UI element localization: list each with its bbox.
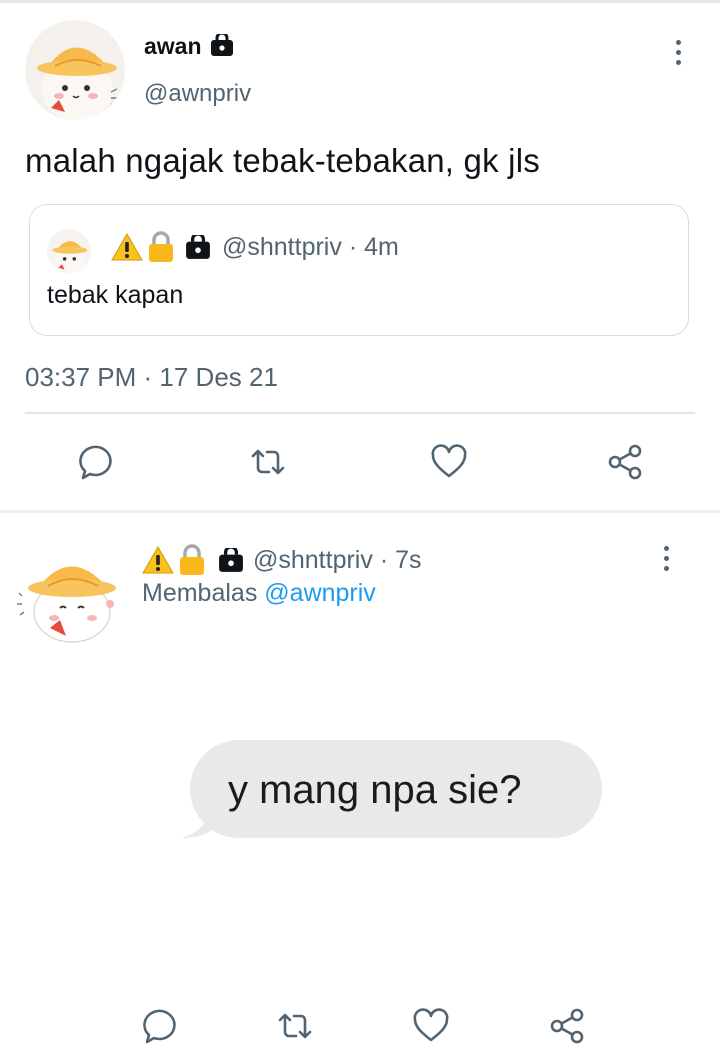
message-bubble-text: y mang npa sie? [228,768,522,812]
quoted-tweet[interactable] [29,204,689,336]
share-button[interactable] [606,443,644,481]
heart-icon [413,1008,449,1042]
quoted-time: · 4m [348,233,399,261]
author-display-name[interactable]: awan [144,33,234,60]
lock-icon [219,548,243,572]
quoted-author-handle: @shnttpriv · 4m [222,233,399,261]
padlock-emoji [149,231,173,262]
reply-time: · 7s [379,546,422,574]
retweet-icon [251,449,285,475]
like-button[interactable] [412,1007,450,1045]
cat-avatar-icon [37,47,118,120]
quoted-author-badges [111,230,211,264]
cat-avatar-icon [17,566,116,643]
share-icon [550,1008,584,1044]
more-options-icon[interactable] [662,546,670,571]
more-options-icon[interactable] [674,40,682,65]
retweet-button[interactable] [249,443,287,481]
lock-icon [186,235,210,259]
tweet-timestamp: 03:37 PM · 17 Des 21 [25,362,278,392]
padlock-emoji [180,544,204,575]
replying-to: Membalas @awnpriv [142,579,376,607]
warning-emoji [142,545,174,574]
retweet-icon [278,1013,312,1039]
like-button[interactable] [430,443,468,481]
cat-avatar-icon [52,241,88,273]
reply-author-avatar[interactable] [16,546,124,646]
top-divider [0,0,720,3]
reply-button[interactable] [76,443,114,481]
quoted-author-avatar [47,229,91,273]
reply-mention-link[interactable]: @awnpriv [264,579,376,607]
reply-button[interactable] [140,1007,178,1045]
reply-icon [143,1009,176,1044]
share-icon [608,444,642,480]
author-avatar[interactable] [25,20,125,120]
reply-author-handle[interactable]: @shnttpriv · 7s [253,546,422,575]
quoted-text: tebak kapan [47,281,184,309]
tweet-text: malah ngajak tebak-tebakan, gk jls [25,142,540,179]
heart-icon [431,444,467,478]
author-handle[interactable]: @awnpriv [144,80,251,108]
warning-emoji [111,232,143,261]
meta-divider [25,412,695,414]
reply-author-badges [142,542,244,578]
share-button[interactable] [548,1007,586,1045]
tweet-separator [0,510,720,513]
lock-icon [210,34,234,56]
retweet-button[interactable] [276,1007,314,1045]
reply-icon [79,445,112,480]
